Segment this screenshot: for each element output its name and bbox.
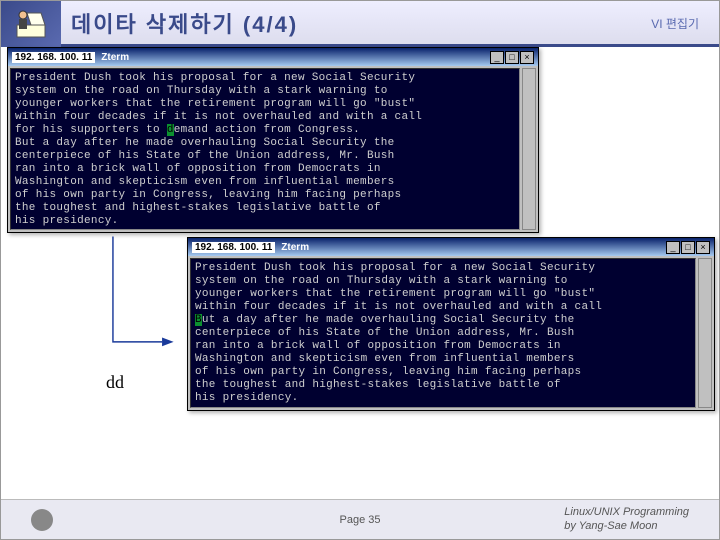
cursor: B xyxy=(195,314,202,326)
slide-body: 192. 168. 100. 11 Zterm _ □ × President … xyxy=(1,47,719,501)
terminal-window-after: 192. 168. 100. 11 Zterm _ □ × President … xyxy=(187,237,715,411)
terminal-ip: 192. 168. 100. 11 xyxy=(192,242,275,253)
minimize-button[interactable]: _ xyxy=(490,51,504,64)
slide-header: 데이타 삭제하기 (4/4) VI 편집기 xyxy=(1,1,719,47)
university-logo-icon xyxy=(31,509,53,531)
terminal-app-name: Zterm xyxy=(281,242,309,253)
window-buttons: _ □ × xyxy=(666,241,710,254)
text-segment: emand action from Congress. But a day af… xyxy=(15,124,401,227)
scrollbar[interactable] xyxy=(698,258,712,408)
person-reading-icon xyxy=(11,5,51,41)
corner-label: VI 편집기 xyxy=(651,15,699,32)
terminal-titlebar: 192. 168. 100. 11 Zterm _ □ × xyxy=(188,238,714,256)
scrollbar[interactable] xyxy=(522,68,536,230)
terminal-window-before: 192. 168. 100. 11 Zterm _ □ × President … xyxy=(7,47,539,233)
terminal-ip: 192. 168. 100. 11 xyxy=(12,52,95,63)
terminal-app-name: Zterm xyxy=(101,52,129,63)
course-name: Linux/UNIX Programming xyxy=(564,506,689,519)
text-segment: President Dush took his proposal for a n… xyxy=(195,262,602,313)
cursor: d xyxy=(167,124,174,136)
slide-title: 데이타 삭제하기 (4/4) xyxy=(71,7,298,39)
close-button[interactable]: × xyxy=(696,241,710,254)
terminal-titlebar: 192. 168. 100. 11 Zterm _ □ × xyxy=(8,48,538,66)
terminal-text: President Dush took his proposal for a n… xyxy=(10,68,520,230)
slide-footer: Page 35 Linux/UNIX Programming by Yang-S… xyxy=(1,499,719,539)
command-label: dd xyxy=(106,372,124,393)
footer-credits: Linux/UNIX Programming by Yang-Sae Moon xyxy=(564,506,689,532)
terminal-text: President Dush took his proposal for a n… xyxy=(190,258,696,408)
author-name: by Yang-Sae Moon xyxy=(564,520,689,533)
minimize-button[interactable]: _ xyxy=(666,241,680,254)
maximize-button[interactable]: □ xyxy=(505,51,519,64)
window-buttons: _ □ × xyxy=(490,51,534,64)
close-button[interactable]: × xyxy=(520,51,534,64)
page-number: Page 35 xyxy=(340,514,381,526)
arrow-icon xyxy=(99,235,189,365)
text-segment: ut a day after he made overhauling Socia… xyxy=(195,314,581,404)
maximize-button[interactable]: □ xyxy=(681,241,695,254)
